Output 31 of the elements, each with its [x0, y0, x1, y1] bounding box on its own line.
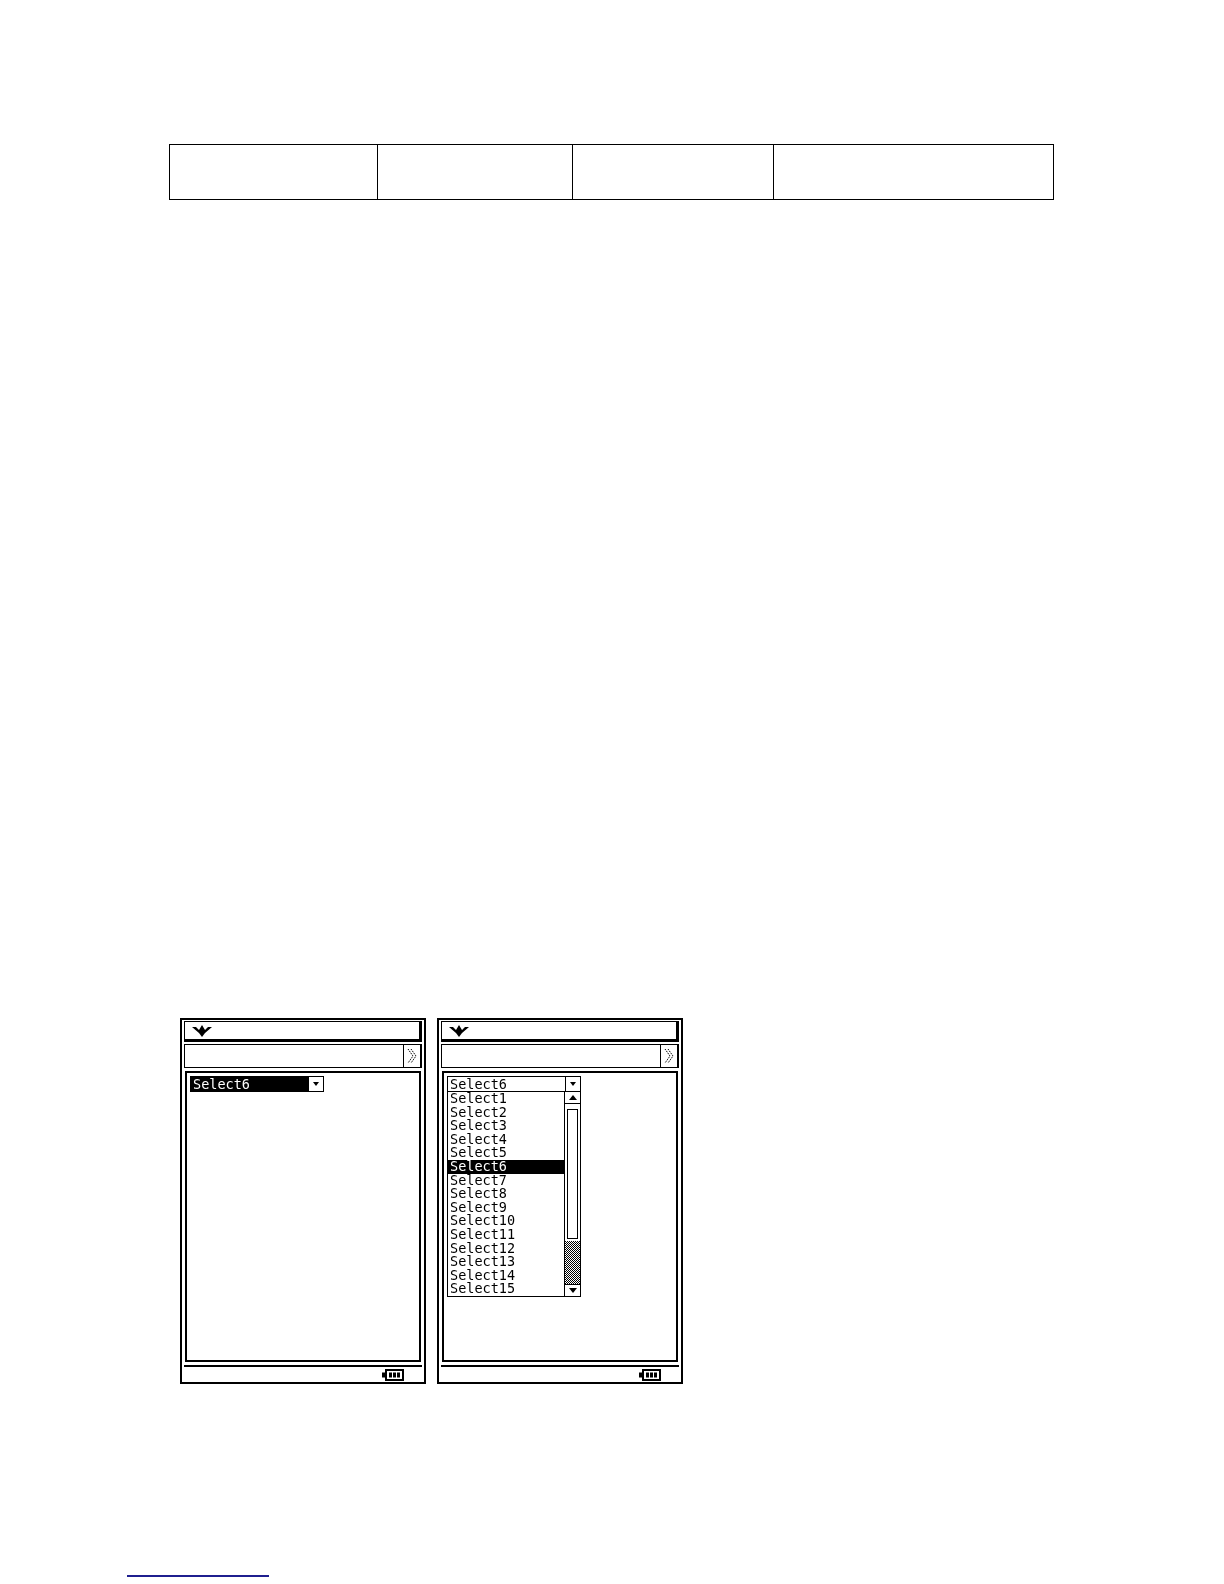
- list-item[interactable]: Select1: [448, 1092, 564, 1106]
- list-item[interactable]: Select14: [448, 1268, 564, 1283]
- toolbar-scroll-button[interactable]: [660, 1045, 677, 1067]
- menu-icon[interactable]: [192, 1024, 212, 1037]
- caret-down-icon: [568, 1287, 577, 1293]
- double-chevron-icon: [407, 1048, 417, 1064]
- list-item[interactable]: Select13: [448, 1255, 564, 1269]
- caret-up-icon: [568, 1095, 577, 1100]
- list-item[interactable]: Select2: [448, 1105, 564, 1120]
- list-item[interactable]: Select9: [448, 1200, 564, 1215]
- list-item[interactable]: Select11: [448, 1227, 564, 1242]
- menu-icon[interactable]: [449, 1024, 469, 1037]
- caret-down-icon: [309, 1077, 323, 1091]
- list-item[interactable]: Select8: [448, 1187, 564, 1201]
- scroll-up-button[interactable]: [565, 1092, 580, 1104]
- list-item[interactable]: Select5: [448, 1146, 564, 1160]
- scrollbar-thumb[interactable]: [565, 1104, 580, 1241]
- list-item[interactable]: Select4: [448, 1132, 564, 1147]
- double-chevron-icon: [664, 1048, 674, 1064]
- scrollbar[interactable]: [564, 1092, 580, 1296]
- list-item[interactable]: Select6: [448, 1159, 564, 1174]
- battery-icon: [639, 1368, 661, 1381]
- list-item[interactable]: Select15: [448, 1282, 564, 1296]
- list-item[interactable]: Select12: [448, 1241, 564, 1256]
- list-item[interactable]: Select3: [448, 1119, 564, 1133]
- list-item[interactable]: Select10: [448, 1214, 564, 1228]
- list-item[interactable]: Select7: [448, 1173, 564, 1188]
- battery-icon: [382, 1368, 404, 1381]
- toolbar-scroll-button[interactable]: [403, 1045, 420, 1067]
- dropdown[interactable]: Select6: [447, 1076, 581, 1092]
- dropdown[interactable]: Select6: [190, 1076, 324, 1092]
